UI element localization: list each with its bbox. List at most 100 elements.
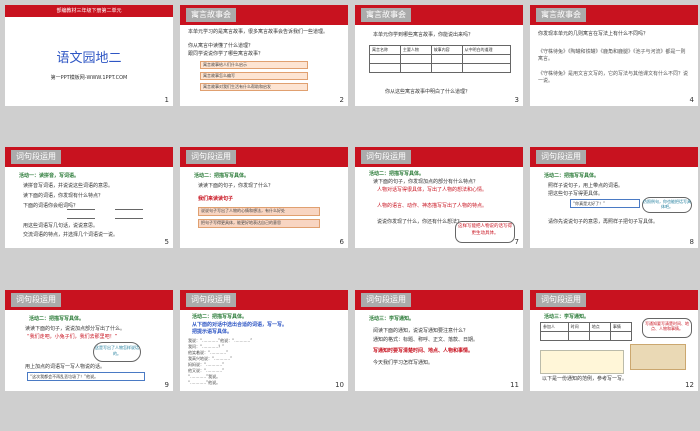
activity-title: 活动二：把描写写具体。 [544,173,600,179]
slide-text: 今天我们学习怎样写通知。 [373,360,434,366]
slide-series-title: 部编教材三年级下册第二单元 [56,8,122,14]
section-tag: 词句段运用 [11,150,61,164]
table-header: 主要人物 [399,45,432,55]
slide-text: 你从寓言中读懂了什么道理？ [188,43,254,49]
slide-text: 读读下面的句子，你发现了什么？ [198,183,274,189]
slide-text: 以下是一份通知的范例，参考写一写。 [542,376,628,382]
slide-thumbnail-5[interactable]: 词句段运用 活动一：读拼音，写词语。 读拼音写词语，并说说这些词语的意思。 读下… [5,147,173,248]
table-header: 故事内容 [430,45,463,55]
slide-thumbnail-9[interactable]: 词句段运用 活动二：把描写写具体。 读读下面的句子，说说加点部分写出了什么。 “… [5,290,173,391]
slide-text: 把这些句子写得更具体。 [548,191,604,197]
slide-text: 用上加点的词语写一写人物说的话。 [25,364,106,370]
table-header: 时间 [567,322,590,332]
instruction-text: 从下面的对话中选出合适的词语，写一写。 [192,322,288,328]
slide-header-bar: 词句段运用 [355,290,523,310]
slide-text: 照样子说句子，用上带点的词语。 [548,183,624,189]
dialogue-row: “…………”他说。 [188,380,221,385]
slide-header-bar: 部编教材三年级下册第二单元 [5,5,173,17]
highlight-text: 写通知时要写清楚时间、地点、人物和事情。 [373,348,474,354]
section-tag: 词句段运用 [361,150,411,164]
slide-thumbnail-10[interactable]: 词句段运用 活动二：把描写写具体。 从下面的对话中选出合适的词语，写一写。 把提… [180,290,348,391]
blank-line [115,218,143,219]
blank-line [67,209,95,210]
activity-title: 活动二：把描写写具体。 [194,173,250,179]
slide-number: 9 [164,381,169,389]
notice-table: 参加人 时间 地点 事情 [540,322,633,341]
section-tag: 词句段运用 [361,293,411,307]
slide-text: 《守株待兔》是用文言文写的，它的写法与其他课文有什么不同？说一说。 [538,71,689,84]
slide-header-bar: 词句段运用 [5,147,173,167]
section-tag: 词句段运用 [186,150,236,164]
section-tag: 词句段运用 [186,293,236,307]
slide-header-bar: 寓言故事会 [355,5,523,25]
example-sentence: “我们走吧，小兔子们，我们去那里吧！” [27,334,118,340]
dialogue-list: 我说：“…………”他说：“…………” 我问：“…………？” 他笑着说：“…………… [188,338,340,386]
slide-text: 阅读下面的通知，说说写通知要注意什么？ [373,328,469,334]
slide-text: 你从这些寓言故事中明白了什么道理？ [385,89,471,95]
slide-header-bar: 寓言故事会 [530,5,698,25]
slide-header-bar: 词句段运用 [180,147,348,167]
slide-thumbnail-11[interactable]: 词句段运用 活动三：学写通知。 阅读下面的通知，说说写通知要注意什么？ 通知的格… [355,290,523,391]
option-box: 把句子写得更具体，能更好地表达自己的意思 [198,219,320,228]
blank-line [115,209,143,210]
slide-number: 12 [685,381,694,389]
notice-sample-image [630,344,686,370]
section-tag: 寓言故事会 [186,8,236,22]
slide-number: 1 [164,96,169,104]
slide-text: 本单元你学到哪些寓言故事，你能说出来吗？ [373,32,474,38]
option-box: 说说句子写出了人物的心情和想法，有什么好处 [198,207,320,216]
activity-title: 活动三：学写通知。 [369,316,415,322]
option-box: 寓言故事怎么编写 [200,72,308,80]
section-tag: 词句段运用 [11,293,61,307]
slide-subtitle: 第一PPT模板网-WWW.1PPT.COM [50,75,128,81]
slide-number: 2 [339,96,344,104]
slide-number: 4 [689,96,694,104]
slide-header-bar: 寓言故事会 [180,5,348,25]
slide-header-bar: 词句段运用 [530,290,698,310]
slide-number: 7 [514,238,519,246]
section-tag: 寓言故事会 [536,8,586,22]
slide-text: 读下面的句子，你发现加点的部分有什么特点？ [373,179,479,185]
example-box: “你真是太好了！” [570,199,640,208]
slide-main-title: 语文园地二 [56,51,122,66]
slide-text: 说说你发现了什么，你还有什么想法？ [377,219,463,225]
slide-text: 交流词语的特点，并选择几个词语说一说。 [23,232,119,238]
slide-thumbnail-12[interactable]: 词句段运用 活动三：学写通知。 参加人 时间 地点 事情 写通知要写清楚时间、地… [530,290,698,391]
slide-number: 8 [689,238,694,246]
slide-thumbnail-4[interactable]: 寓言故事会 你发现本单元的几则寓言在写法上有什么不同吗？ 《守株待兔》《陶罐和铁… [530,5,698,106]
example-sentence: 人物的语言、动作、神态描写写出了人物的特点。 [377,203,488,209]
highlight-text: 我们来读读句子 [198,196,234,202]
slide-number: 3 [514,96,519,104]
slide-header-bar: 词句段运用 [530,147,698,167]
slide-text: 《守株待兔》《陶罐和铁罐》《鹿角和鹿腿》《池子与河流》都是一则寓言。 [538,49,686,62]
activity-title: 活动二：把描写写具体。 [192,314,248,320]
section-tag: 词句段运用 [536,150,586,164]
slide-text: 跟同学说说你学了哪些寓言故事？ [188,51,264,57]
slide-header-bar: 词句段运用 [180,290,348,310]
activity-title: 活动二：把描写写具体。 [29,316,85,322]
speech-bubble: 这样写能把人物说的话写得更生动具体。 [455,221,515,243]
table-header: 从中明白的道理 [461,45,512,55]
slide-header-bar: 词句段运用 [355,147,523,167]
slide-number: 6 [339,238,344,246]
slide-text: 你发现本单元的几则寓言在写法上有什么不同吗？ [538,31,649,37]
section-tag: 词句段运用 [536,293,586,307]
hint-cloud: 这是写出了人物怎样说话的。 [93,342,141,362]
example-box: “这次我都会不再乱丢垃圾了！”他说。 [27,372,145,381]
slide-thumbnail-7[interactable]: 词句段运用 活动二：把描写写具体。 读下面的句子，你发现加点的部分有什么特点？ … [355,147,523,248]
slide-thumbnail-8[interactable]: 词句段运用 活动二：把描写写具体。 照样子说句子，用上带点的词语。 把这些句子写… [530,147,698,248]
slide-thumbnail-1[interactable]: 部编教材三年级下册第二单元 语文园地二 第一PPT模板网-WWW.1PPT.CO… [5,5,173,106]
slide-text: 读下面的词语，你发现有什么特点？ [23,193,104,199]
slide-thumbnail-3[interactable]: 寓言故事会 本单元你学到哪些寓言故事，你能说出来吗？ 寓言名称 主要人物 故事内… [355,5,523,106]
slide-header-bar: 词句段运用 [5,290,173,310]
slide-thumbnail-6[interactable]: 词句段运用 活动二：把描写写具体。 读读下面的句子，你发现了什么？ 我们来读读句… [180,147,348,248]
section-tag: 寓言故事会 [361,8,411,22]
instruction-text: 把提示语写具体。 [192,329,233,335]
hint-cloud: 仿照例句，你也能把话写具体吧。 [642,197,692,213]
activity-title: 活动三：学写通知。 [544,314,590,320]
slide-text: 通知的格式：标题、称呼、正文、落款、日期。 [373,337,479,343]
activity-title: 活动二：把描写写具体。 [369,171,425,177]
slide-text: 读拼音写词语，并说说这些词语的意思。 [23,183,114,189]
slide-thumbnail-2[interactable]: 寓言故事会 本单元学习的是寓言故事，很多寓言故事会告诉我们一些道理。 你从寓言中… [180,5,348,106]
slide-number: 10 [335,381,344,389]
